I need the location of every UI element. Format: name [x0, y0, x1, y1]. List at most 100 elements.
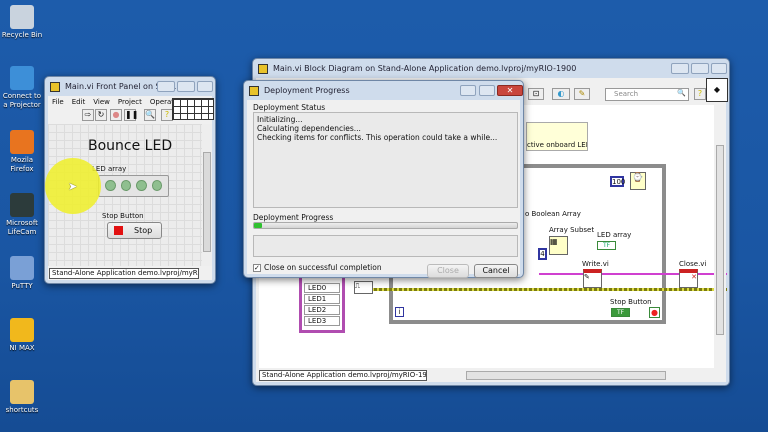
close-dialog-button[interactable]: Close	[427, 264, 469, 278]
status-bar: Stand-Alone Application demo.lvproj/myRI…	[259, 370, 427, 381]
dialog-title: Deployment Progress	[264, 86, 350, 95]
menu-item[interactable]: Project	[118, 98, 142, 106]
menu-item[interactable]: File	[52, 98, 64, 106]
recycle-bin-icon	[10, 5, 34, 29]
connector-pane-icon	[172, 98, 214, 120]
resource-wire	[359, 288, 727, 291]
status-bar: Stand-Alone Application demo.lvproj/myRI…	[49, 268, 199, 279]
led-indicator	[105, 180, 116, 191]
desktop-icon[interactable]: Microsoft LifeCam	[0, 193, 44, 237]
firefox-icon	[10, 130, 34, 154]
stop-indicator-icon	[114, 226, 123, 235]
putty-icon	[10, 256, 34, 280]
status-line: Initializing...	[257, 115, 303, 124]
zoom-icon[interactable]: 🔍	[144, 109, 156, 121]
progress-fill	[254, 223, 262, 228]
stop-terminal-label: Stop Button	[610, 298, 652, 306]
to-boolean-label: o Boolean Array	[525, 210, 581, 218]
minimize-button[interactable]	[460, 85, 476, 96]
menu-item[interactable]: Edit	[72, 98, 86, 106]
enum-item[interactable]: LED2	[304, 305, 340, 315]
enum-item[interactable]: LED0	[304, 283, 340, 293]
vertical-scrollbar[interactable]	[202, 124, 212, 266]
write-vi-label: Write.vi	[582, 260, 609, 268]
menu-item[interactable]: View	[93, 98, 110, 106]
maximize-button[interactable]	[479, 85, 495, 96]
projector-icon	[10, 66, 34, 90]
reorder-icon[interactable]: ◐	[552, 88, 570, 100]
led-indicator	[120, 180, 131, 191]
labview-icon	[50, 82, 60, 92]
enum-item[interactable]: LED3	[304, 316, 340, 326]
progress-detail	[253, 235, 518, 257]
status-line: Checking items for conflicts. This opera…	[257, 133, 498, 142]
run-continuous-icon[interactable]: ↻	[95, 109, 107, 121]
block-diagram-titlebar[interactable]: Main.vi Block Diagram on Stand-Alone App…	[253, 59, 729, 79]
help-icon[interactable]: ?	[694, 88, 706, 100]
desktop-icon[interactable]: PuTTY	[0, 256, 44, 291]
panel-heading: Bounce LED	[88, 138, 173, 154]
deployment-dialog: Deployment Progress ✕ Deployment Status …	[243, 80, 524, 278]
iteration-terminal: i	[395, 307, 404, 317]
desktop-icon[interactable]: shortcuts	[0, 380, 44, 415]
led-array	[98, 175, 169, 197]
comment-box: ctive onboard LED	[526, 122, 588, 151]
vertical-scrollbar[interactable]	[714, 105, 726, 368]
clean-diagram-icon[interactable]: ⊡	[528, 88, 544, 100]
search-icon[interactable]: 🔍	[677, 89, 686, 97]
desktop-icon[interactable]: Mozila Firefox	[0, 130, 44, 174]
stop-button-label: Stop Button	[102, 212, 144, 220]
loop-condition-icon[interactable]: ●	[649, 307, 660, 318]
minimize-button[interactable]	[671, 63, 689, 74]
close-button[interactable]: ✕	[497, 85, 523, 96]
pause-icon[interactable]: ❚❚	[124, 109, 138, 121]
error-wire-pink	[539, 273, 727, 275]
wait-constant[interactable]: 100	[610, 176, 625, 187]
mouse-pointer-icon: ➤	[68, 180, 78, 193]
abort-icon[interactable]: ●	[110, 109, 122, 121]
desktop-icon[interactable]: Recycle Bin	[0, 5, 44, 40]
stop-button[interactable]: Stop	[107, 222, 162, 239]
length-constant[interactable]: 4	[538, 248, 547, 260]
led-indicator	[151, 180, 162, 191]
enum-item[interactable]: LED1	[304, 294, 340, 304]
close-on-completion-checkbox[interactable]: ✓	[253, 264, 261, 272]
maximize-button[interactable]	[691, 63, 709, 74]
array-subset-label: Array Subset	[549, 226, 595, 234]
write-vi-node[interactable]: ✎	[583, 269, 602, 288]
led-array-terminal[interactable]: TF	[597, 241, 616, 250]
status-label: Deployment Status	[253, 103, 326, 112]
close-button[interactable]	[197, 81, 213, 92]
wait-ms-icon[interactable]: ⌚	[630, 172, 646, 190]
cancel-button[interactable]: Cancel	[474, 264, 518, 278]
maximize-button[interactable]	[177, 81, 195, 92]
vi-icon: ◆	[706, 78, 728, 102]
status-line: Calculating dependencies...	[257, 124, 361, 133]
led-enum-array[interactable]: LED0 LED1 LED2 LED3	[299, 275, 345, 333]
desktop-icon[interactable]: NI MAX	[0, 318, 44, 353]
ni-max-icon	[10, 318, 34, 342]
desktop-icon[interactable]: Connect to a Projector	[0, 66, 44, 110]
folder-icon	[10, 380, 34, 404]
webcam-icon	[10, 193, 34, 217]
highlight-icon[interactable]: ✎	[574, 88, 590, 100]
close-vi-label: Close.vi	[679, 260, 707, 268]
progress-label: Deployment Progress	[253, 213, 334, 222]
array-subset-node[interactable]: ▦	[549, 236, 568, 255]
labview-icon	[258, 64, 268, 74]
run-icon[interactable]: ⇨	[82, 109, 94, 121]
search-input[interactable]: Search 🔍	[605, 88, 689, 101]
labview-icon	[249, 86, 259, 96]
window-title: Main.vi Block Diagram on Stand-Alone App…	[273, 64, 577, 73]
horizontal-scrollbar[interactable]	[466, 371, 666, 380]
progress-bar	[253, 222, 518, 229]
status-log: Initializing... Calculating dependencies.…	[253, 112, 518, 208]
close-vi-node[interactable]: ✕	[679, 269, 698, 288]
open-vi-node[interactable]: ⎍	[354, 281, 373, 294]
close-button[interactable]	[711, 63, 727, 74]
stop-button-terminal[interactable]: TF	[611, 308, 630, 317]
checkbox-label: Close on successful completion	[264, 263, 382, 272]
led-array-terminal-label: LED array	[597, 231, 632, 239]
minimize-button[interactable]	[157, 81, 175, 92]
led-indicator	[136, 180, 147, 191]
